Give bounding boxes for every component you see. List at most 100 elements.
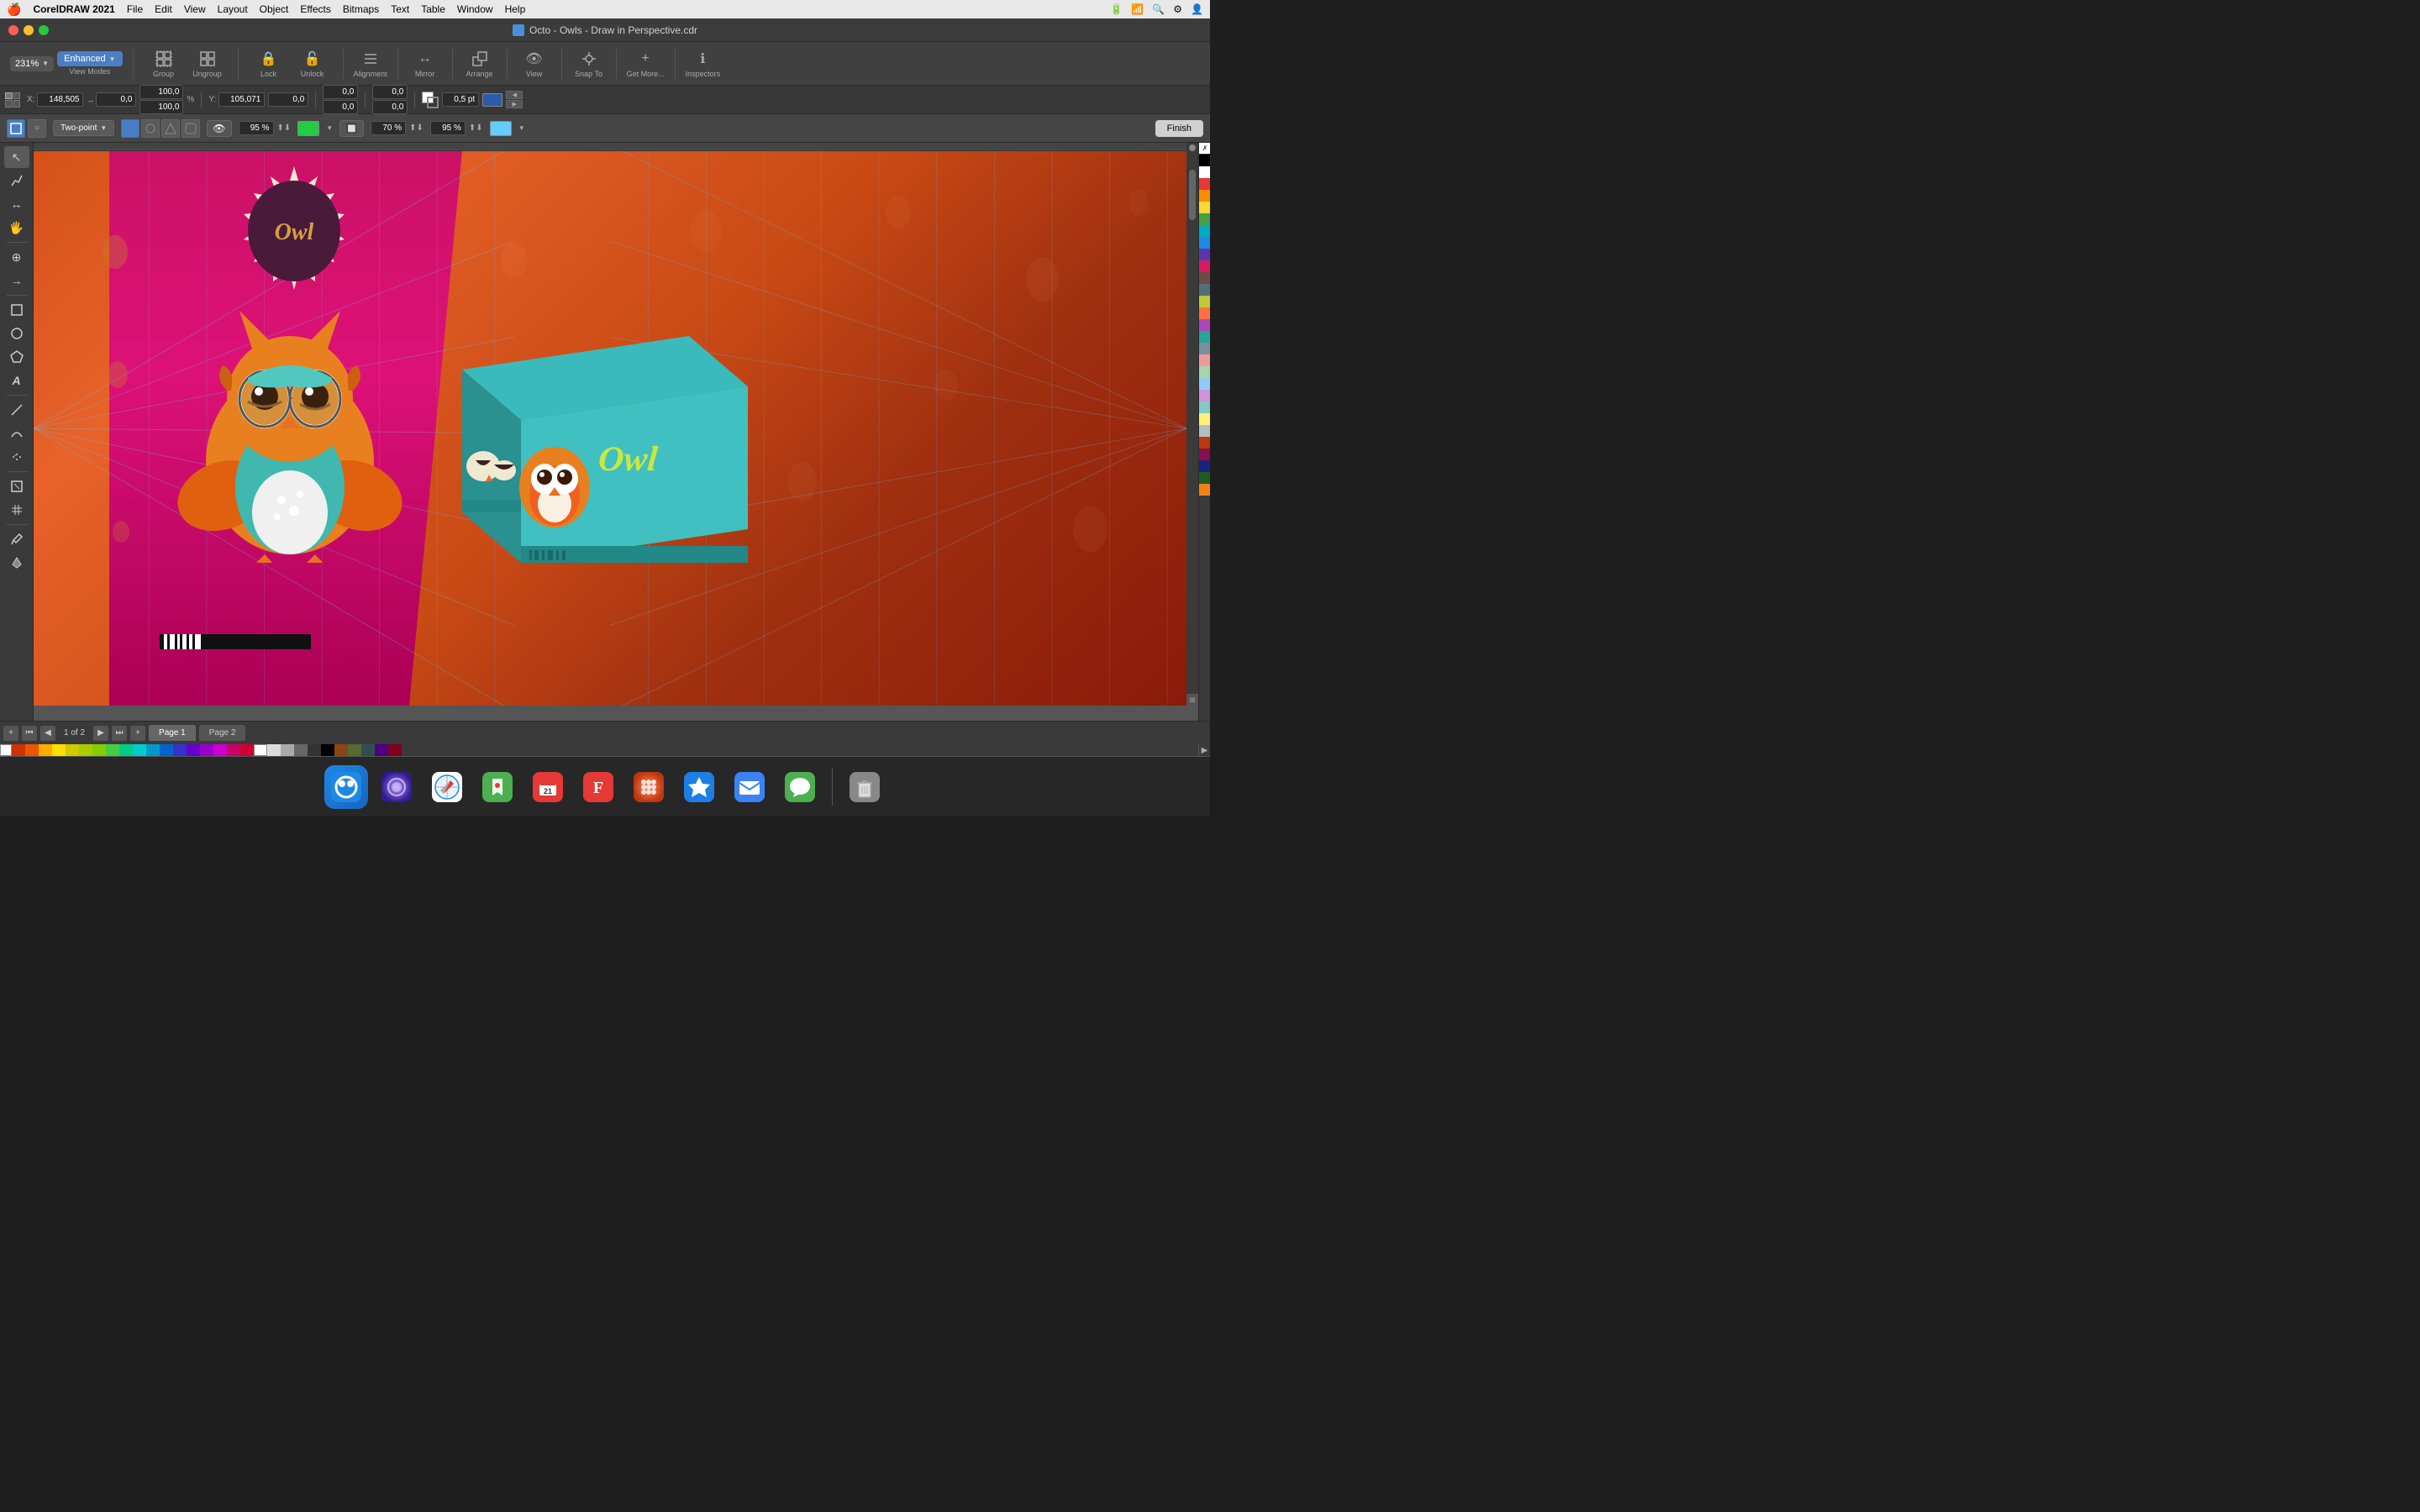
palette-blue[interactable] (1199, 237, 1210, 249)
strip-dark-slate[interactable] (361, 744, 375, 756)
palette-cyan[interactable] (1199, 225, 1210, 237)
ungroup-button[interactable]: Ungroup (187, 45, 228, 82)
palette-pink[interactable] (1199, 260, 1210, 272)
height-input[interactable] (268, 92, 308, 107)
palette-white[interactable] (1199, 166, 1210, 178)
strip-burgundy[interactable] (388, 744, 402, 756)
palette-blue-grey[interactable] (1199, 343, 1210, 354)
next-page-button[interactable]: ▶ (93, 726, 108, 741)
tool-ellipse[interactable] (4, 323, 29, 344)
color-swatch-1[interactable] (297, 121, 319, 136)
plane-icon-2[interactable] (141, 119, 160, 138)
color-dropdown-1[interactable]: ▼ (326, 124, 333, 132)
tool-grid[interactable] (4, 499, 29, 521)
menu-edit[interactable]: Edit (155, 3, 172, 15)
tool-fill[interactable] (4, 552, 29, 574)
tool-dropper[interactable] (4, 528, 29, 550)
palette-lime[interactable] (1199, 296, 1210, 307)
rot-y-input[interactable] (372, 100, 408, 114)
stroke-color-swatch[interactable] (482, 93, 502, 107)
tool-spray[interactable] (4, 446, 29, 468)
width-input[interactable] (96, 92, 136, 107)
menu-help[interactable]: Help (505, 3, 526, 15)
perspective-type-icon[interactable]: ○ (28, 119, 46, 138)
page-1-tab[interactable]: Page 1 (149, 725, 196, 741)
dock-appstore[interactable] (677, 765, 721, 809)
strip-yellow-green[interactable] (79, 744, 92, 756)
palette-teal[interactable] (1199, 331, 1210, 343)
page-2-tab[interactable]: Page 2 (199, 725, 246, 741)
menu-view[interactable]: View (184, 3, 206, 15)
get-more-button[interactable]: + Get More... (623, 45, 668, 82)
strip-none[interactable] (0, 744, 12, 756)
opacity-2-input[interactable] (371, 121, 406, 135)
tool-curve[interactable] (4, 423, 29, 444)
palette-dark-orange[interactable] (1199, 437, 1210, 449)
palette-violet[interactable] (1199, 319, 1210, 331)
strip-indigo[interactable] (173, 744, 187, 756)
strip-blue[interactable] (160, 744, 173, 756)
opacity-3-input[interactable] (430, 121, 466, 135)
perspective-active-icon[interactable] (7, 119, 25, 138)
strip-brown[interactable] (334, 744, 348, 756)
tool-crop[interactable] (4, 475, 29, 497)
palette-red[interactable] (1199, 178, 1210, 190)
palette-light-blue[interactable] (1199, 378, 1210, 390)
palette-teal-dark[interactable] (1199, 284, 1210, 296)
strip-white[interactable] (254, 744, 267, 756)
finish-button[interactable]: Finish (1155, 120, 1203, 137)
color-swatch-2[interactable] (490, 121, 512, 136)
tool-line[interactable] (4, 399, 29, 421)
opacity-1-input[interactable] (239, 121, 274, 135)
dock-trash[interactable] (843, 765, 886, 809)
palette-purple[interactable] (1199, 249, 1210, 260)
strip-amber[interactable] (39, 744, 52, 756)
stroke-width-input[interactable] (442, 92, 479, 107)
y-input[interactable] (218, 92, 265, 107)
tool-polygon[interactable] (4, 346, 29, 368)
strip-black[interactable] (321, 744, 334, 756)
view-modes-button[interactable]: Enhanced ▼ (57, 51, 122, 66)
strip-lime[interactable] (92, 744, 106, 756)
menu-window[interactable]: Window (457, 3, 493, 15)
dock-launchpad[interactable] (627, 765, 671, 809)
strip-yellow-2[interactable] (66, 744, 79, 756)
dock-mail[interactable] (728, 765, 771, 809)
strip-yellow[interactable] (52, 744, 66, 756)
mirror-button[interactable]: ↔ Mirror (405, 45, 445, 82)
palette-none[interactable]: ✗ (1199, 143, 1210, 155)
group-button[interactable]: Group (144, 45, 184, 82)
vertical-scrollbar[interactable]: ⊞ (1186, 143, 1198, 706)
inspectors-button[interactable]: ℹ Inspectors (682, 45, 724, 82)
palette-dark-pink[interactable] (1199, 449, 1210, 460)
palette-light-yellow[interactable] (1199, 413, 1210, 425)
dock-finder[interactable] (324, 765, 368, 809)
strip-green[interactable] (106, 744, 119, 756)
strip-charcoal[interactable] (308, 744, 321, 756)
tool-arrow[interactable]: → (4, 270, 29, 291)
scrollbar-thumb[interactable] (1189, 170, 1196, 220)
tool-text[interactable]: A (4, 370, 29, 391)
pos-y-input[interactable] (323, 100, 358, 114)
opacity-stepper-3[interactable]: ⬆⬇ (469, 123, 483, 133)
app-name[interactable]: CorelDRAW 2021 (33, 3, 114, 15)
palette-light-grey[interactable] (1199, 425, 1210, 437)
add-page-end-button[interactable]: + (130, 726, 145, 741)
snap-to-button[interactable]: Snap To (569, 45, 609, 82)
opacity-stepper-1[interactable]: ⬆⬇ (277, 123, 292, 133)
menu-bitmaps[interactable]: Bitmaps (343, 3, 379, 15)
strip-teal-green[interactable] (119, 744, 133, 756)
palette-green[interactable] (1199, 213, 1210, 225)
lock-button[interactable]: 🔒 Lock (249, 45, 289, 82)
scale-w-input[interactable] (139, 85, 183, 99)
strip-dark-grey[interactable] (294, 744, 308, 756)
dock-maps[interactable] (476, 765, 519, 809)
palette-scroll-right[interactable]: ▶ (1198, 744, 1210, 756)
palette-light-green[interactable] (1199, 366, 1210, 378)
menu-file[interactable]: File (127, 3, 143, 15)
minimize-button[interactable] (24, 25, 34, 35)
opacity-stepper-2[interactable]: ⬆⬇ (409, 123, 424, 133)
strip-purple[interactable] (200, 744, 213, 756)
apple-menu[interactable]: 🍎 (7, 3, 21, 17)
strip-violet[interactable] (187, 744, 200, 756)
